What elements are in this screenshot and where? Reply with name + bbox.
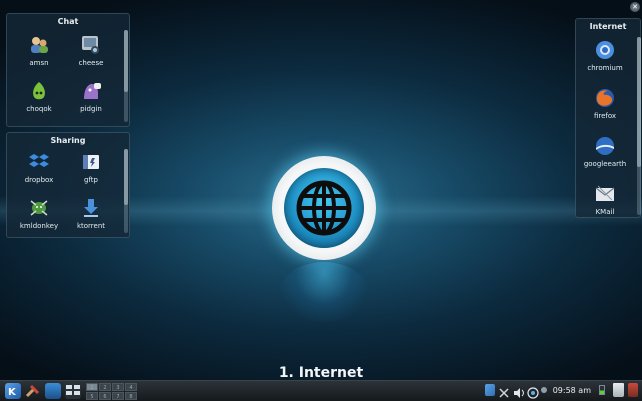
show-desktop-icon[interactable] — [45, 383, 61, 399]
klipper-icon[interactable] — [499, 384, 509, 398]
launcher-amsn[interactable]: amsn — [13, 34, 65, 67]
pager-desktop-2[interactable]: 2 — [99, 382, 111, 391]
launcher-firefox[interactable]: firefox — [579, 87, 631, 120]
internet-panel-title: Internet — [589, 22, 627, 31]
system-tray: 09:58 am — [481, 383, 638, 399]
chromium-icon — [594, 39, 616, 61]
launcher-pidgin[interactable]: pidgin — [65, 80, 117, 113]
launcher-label: cheese — [78, 59, 104, 67]
tools-icon[interactable] — [25, 383, 41, 399]
launcher-gftp[interactable]: gftp — [65, 151, 117, 184]
desktop-toolbox-icon[interactable]: ✕ — [630, 2, 640, 12]
virtual-desktop-pager: 1 2 3 4 5 6 7 8 — [86, 382, 137, 400]
svg-text:K: K — [8, 387, 17, 398]
launcher-label: googleearth — [583, 160, 627, 168]
volume-icon[interactable] — [513, 384, 524, 398]
internet-panel-scrollbar-thumb[interactable] — [637, 37, 641, 167]
launcher-ktorrent[interactable]: ktorrent — [65, 197, 117, 230]
cheese-icon — [80, 34, 102, 56]
launcher-cheese[interactable]: cheese — [65, 34, 117, 67]
activity-globe-button[interactable] — [272, 156, 376, 260]
launcher-googleearth[interactable]: googleearth — [579, 135, 631, 168]
pager-desktop-4[interactable]: 4 — [125, 382, 137, 391]
choqok-icon — [28, 80, 50, 102]
activity-title: 1. Internet — [278, 365, 364, 381]
sharing-panel-scrollbar[interactable] — [124, 149, 128, 233]
battery-icon[interactable] — [599, 385, 605, 395]
chat-panel-scrollbar-thumb[interactable] — [124, 30, 128, 92]
taskbar: K 1 2 3 4 5 6 7 8 09:58 am — [0, 380, 642, 401]
sharing-panel-title: Sharing — [50, 136, 86, 145]
chat-panel-scrollbar[interactable] — [124, 30, 128, 122]
pager-desktop-1[interactable]: 1 — [86, 382, 98, 391]
sharing-panel: Sharing dropbox gftp kmldonkey ktorrent — [6, 132, 130, 238]
network-manager-icon[interactable] — [484, 384, 495, 396]
notifications-icon[interactable] — [540, 387, 547, 393]
launcher-label: gftp — [84, 176, 98, 184]
firefox-icon — [594, 87, 616, 109]
launcher-choqok[interactable]: choqok — [13, 80, 65, 113]
kmldonkey-icon — [28, 197, 50, 219]
launcher-label: pidgin — [80, 105, 102, 113]
globe-reflection — [280, 262, 368, 322]
launcher-label: kmldonkey — [19, 222, 59, 230]
googleearth-icon — [594, 135, 616, 157]
amsn-icon — [28, 34, 50, 56]
pager-desktop-5[interactable]: 5 — [86, 391, 98, 400]
launcher-label: KMail — [595, 208, 615, 216]
kmail-icon — [594, 183, 616, 205]
launcher-label: chromium — [587, 64, 623, 72]
launcher-kmldonkey[interactable]: kmldonkey — [13, 197, 65, 230]
pager-desktop-6[interactable]: 6 — [99, 391, 111, 400]
sharing-panel-scrollbar-thumb[interactable] — [124, 149, 128, 205]
internet-panel: Internet chromium firefox googleearth KM… — [575, 18, 641, 218]
device-notifier-icon[interactable] — [628, 383, 638, 397]
launcher-label: choqok — [26, 105, 52, 113]
launcher-chromium[interactable]: chromium — [579, 39, 631, 72]
chat-panel-title: Chat — [57, 17, 79, 26]
globe-icon — [284, 168, 364, 248]
launcher-kmail[interactable]: KMail — [579, 183, 631, 216]
clock[interactable]: 09:58 am — [553, 386, 591, 395]
launcher-label: amsn — [29, 59, 49, 67]
dropbox-icon — [28, 151, 50, 173]
pager-desktop-3[interactable]: 3 — [112, 382, 124, 391]
trash-icon[interactable] — [613, 383, 624, 397]
pidgin-icon — [80, 80, 102, 102]
chat-panel: Chat amsn cheese choqok pidgin — [6, 13, 130, 127]
gftp-icon — [80, 151, 102, 173]
pager-desktop-8[interactable]: 8 — [125, 391, 137, 400]
launcher-dropbox[interactable]: dropbox — [13, 151, 65, 184]
activity-manager-icon[interactable] — [65, 383, 81, 399]
launcher-label: ktorrent — [76, 222, 106, 230]
wifi-icon[interactable] — [527, 384, 539, 399]
launcher-label: dropbox — [24, 176, 54, 184]
launcher-label: firefox — [593, 112, 617, 120]
ktorrent-icon — [80, 197, 102, 219]
internet-panel-scrollbar[interactable] — [637, 37, 641, 215]
kde-menu-icon[interactable]: K — [5, 383, 21, 399]
pager-desktop-7[interactable]: 7 — [112, 391, 124, 400]
